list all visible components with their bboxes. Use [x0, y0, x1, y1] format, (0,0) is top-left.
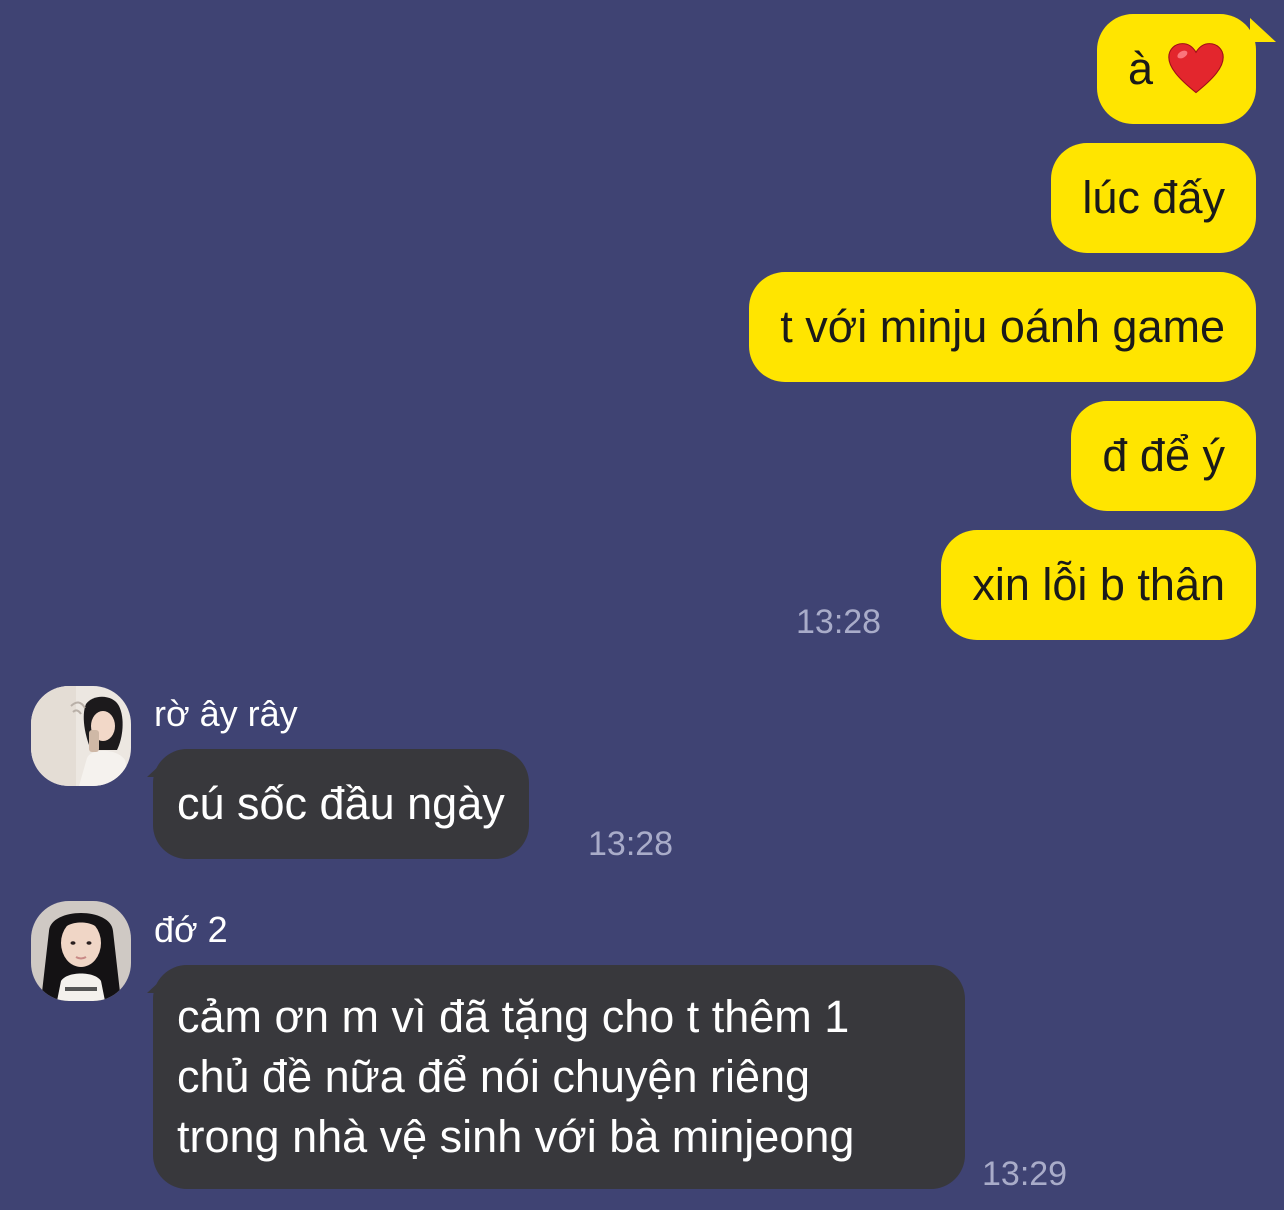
message-text: à	[1127, 43, 1153, 94]
outgoing-message-3[interactable]: t với minju oánh game	[749, 272, 1256, 382]
sender-name: rờ ây rây	[154, 693, 298, 734]
message-text: lúc đấy	[1082, 172, 1225, 223]
message-timestamp: 13:28	[796, 603, 882, 641]
heart-emoji-icon	[1168, 43, 1224, 94]
message-timestamp: 13:29	[982, 1155, 1068, 1193]
avatar[interactable]	[31, 901, 131, 1001]
outgoing-message-4[interactable]: đ để ý	[1071, 401, 1256, 511]
message-text: đ để ý	[1102, 430, 1225, 481]
outgoing-message-5[interactable]: xin lỗi b thân	[941, 530, 1256, 640]
bubble-tail	[1250, 18, 1276, 42]
message-text-line: cảm ơn m vì đã tặng cho t thêm 1	[177, 991, 850, 1042]
incoming-message-1[interactable]: cú sốc đầu ngày	[153, 749, 529, 859]
message-text: xin lỗi b thân	[972, 559, 1225, 610]
message-text-line: chủ đề nữa để nói chuyện riêng	[177, 1051, 811, 1102]
incoming-message-2[interactable]: cảm ơn m vì đã tặng cho t thêm 1 chủ đề …	[153, 965, 965, 1189]
outgoing-message-2[interactable]: lúc đấy	[1051, 143, 1256, 253]
profile-photo-icon	[31, 686, 131, 786]
sender-name: đớ 2	[154, 909, 228, 950]
message-text-line: trong nhà vệ sinh với bà minjeong	[177, 1111, 855, 1162]
avatar[interactable]	[31, 686, 131, 786]
outgoing-message-1[interactable]: à	[1096, 14, 1256, 124]
profile-photo-icon	[31, 901, 131, 1001]
message-text: cú sốc đầu ngày	[177, 778, 505, 829]
message-text: t với minju oánh game	[780, 301, 1225, 352]
message-timestamp: 13:28	[588, 825, 674, 863]
